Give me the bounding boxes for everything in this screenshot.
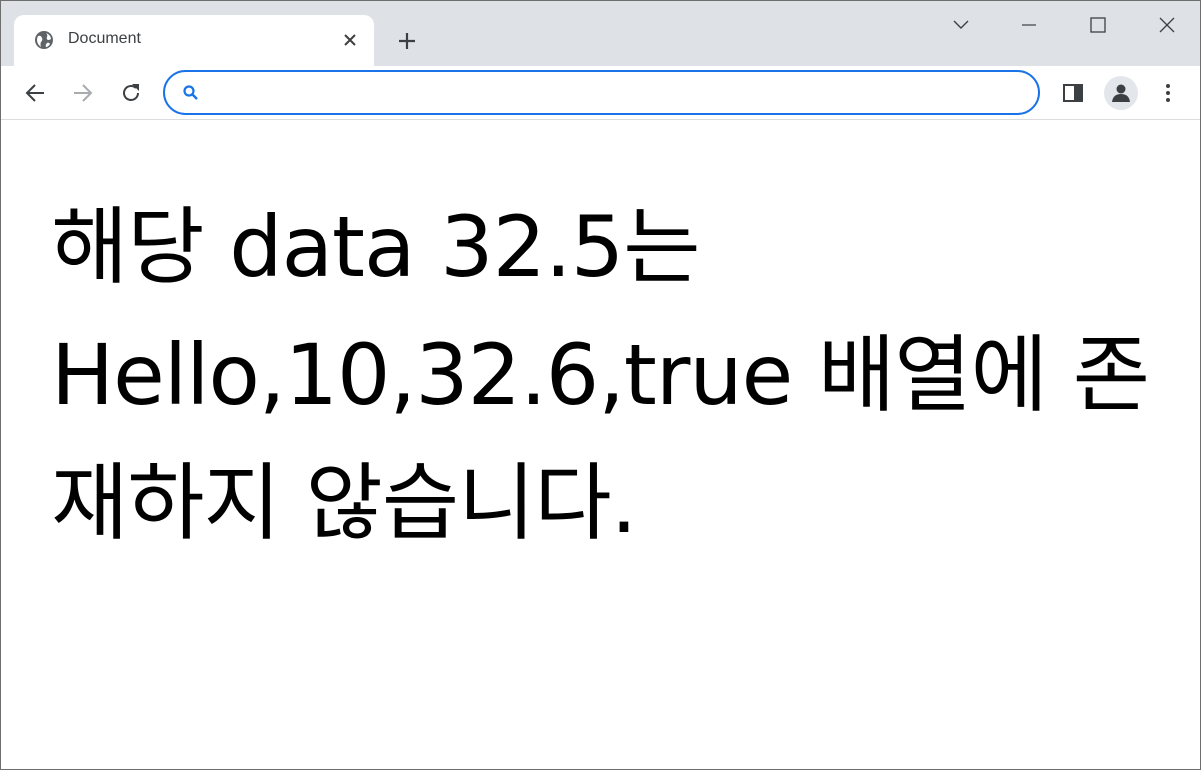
forward-arrow-icon (74, 84, 93, 102)
maximize-button[interactable] (1084, 11, 1112, 39)
profile-button[interactable] (1104, 76, 1138, 110)
toolbar (1, 66, 1200, 120)
tab-strip: Document (1, 1, 1200, 66)
back-button[interactable] (20, 78, 50, 108)
maximize-icon (1090, 17, 1106, 33)
close-window-button[interactable] (1153, 11, 1181, 39)
close-icon (1159, 17, 1175, 33)
minimize-icon (1022, 24, 1036, 26)
plus-icon (399, 33, 415, 49)
chevron-down-icon (953, 20, 969, 29)
reload-icon (123, 84, 139, 101)
address-input[interactable] (211, 78, 1011, 108)
tab-title: Document (68, 30, 141, 47)
forward-button[interactable] (68, 78, 98, 108)
browser-window: Document 해당 data 32.5는 Hello,10,32.6,tru… (0, 0, 1201, 770)
side-panel-icon (1063, 84, 1083, 102)
address-bar[interactable] (163, 70, 1040, 115)
browser-menu-button[interactable] (1151, 76, 1185, 110)
profile-icon (1112, 84, 1130, 102)
tab-document[interactable]: Document (14, 15, 374, 66)
tab-search-button[interactable] (947, 11, 975, 39)
reload-button[interactable] (116, 78, 146, 108)
close-icon[interactable] (340, 30, 360, 50)
back-arrow-icon (25, 84, 44, 102)
new-tab-button[interactable] (394, 28, 420, 54)
globe-icon (34, 30, 54, 50)
page-content: 해당 data 32.5는 Hello,10,32.6,true 배열에 존재하… (1, 121, 1200, 769)
minimize-button[interactable] (1015, 11, 1043, 39)
search-icon (182, 84, 200, 102)
page-message: 해당 data 32.5는 Hello,10,32.6,true 배열에 존재하… (51, 198, 1150, 552)
kebab-menu-icon (1166, 84, 1170, 102)
side-panel-button[interactable] (1056, 76, 1090, 110)
